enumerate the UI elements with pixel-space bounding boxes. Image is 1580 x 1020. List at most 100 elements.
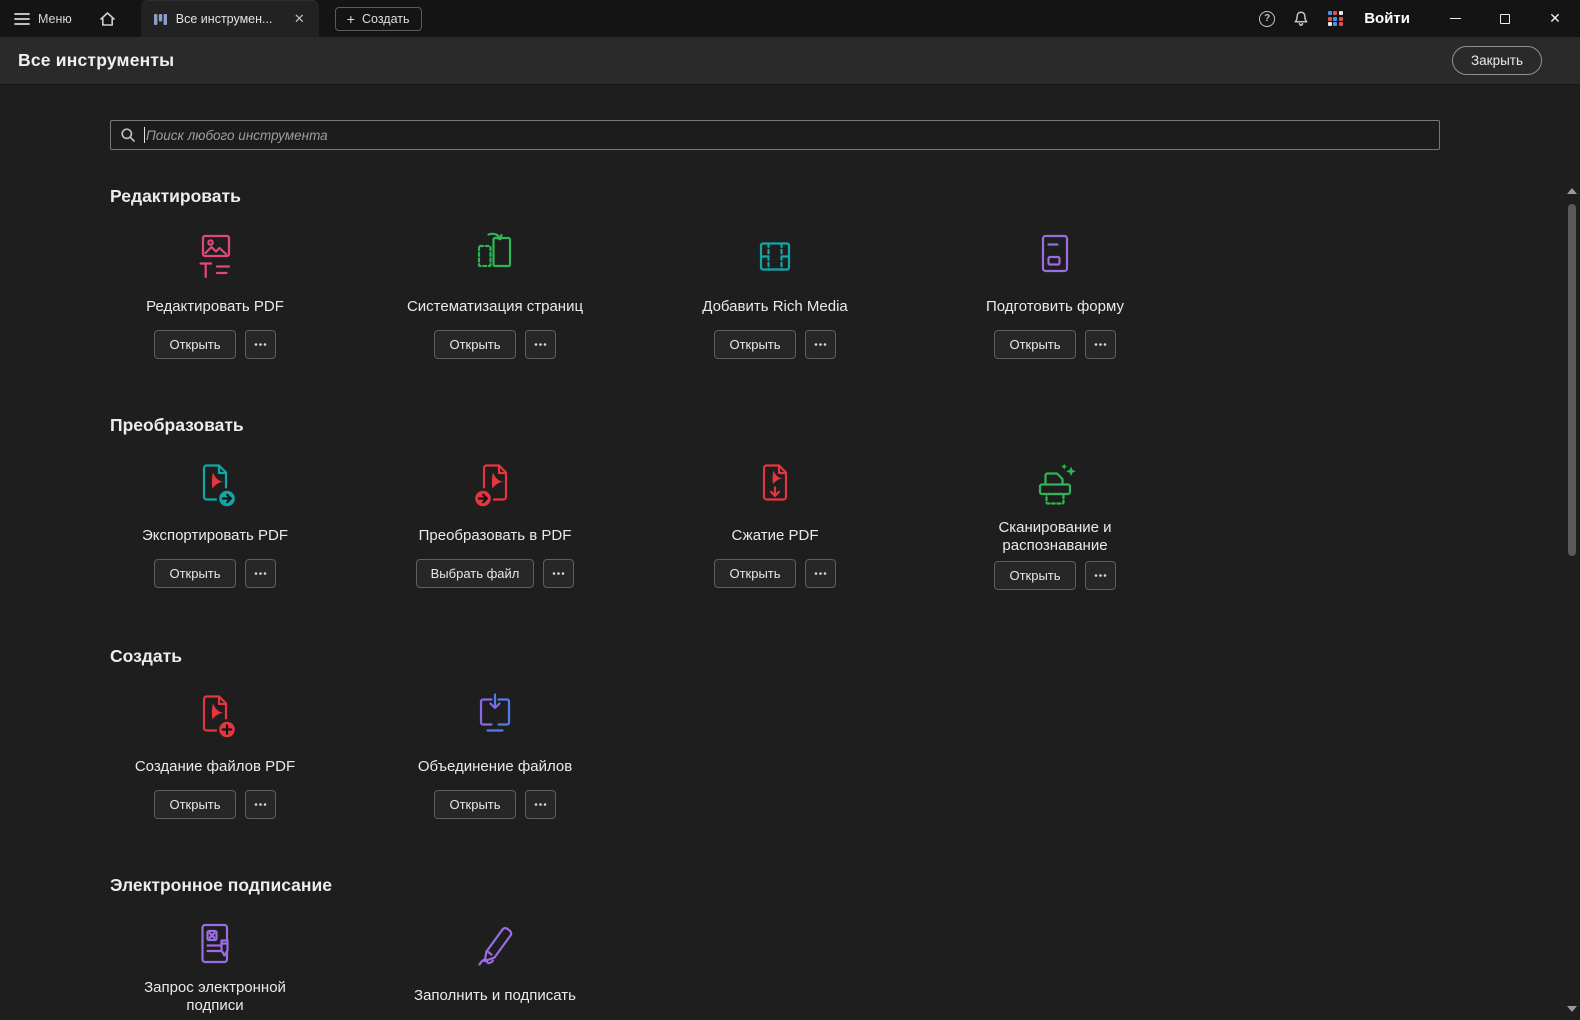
rich-media-icon: [747, 229, 803, 285]
home-icon: [98, 10, 117, 28]
open-tool-button[interactable]: Выбрать файл: [416, 559, 535, 588]
open-tool-button[interactable]: Открыть: [154, 790, 235, 819]
create-button[interactable]: + Создать: [335, 7, 422, 31]
tab-label: Все инструмен...: [176, 12, 273, 26]
more-options-button[interactable]: [245, 330, 276, 359]
ellipsis-icon: [1093, 337, 1108, 352]
tab-all-tools[interactable]: Все инструмен... ✕: [141, 0, 319, 37]
tool-card: Запрос электронной подписи: [75, 918, 355, 1015]
notifications-button[interactable]: [1284, 0, 1318, 37]
organize-pages-icon: [467, 229, 523, 285]
close-icon: ✕: [1549, 10, 1561, 27]
minimize-button[interactable]: [1430, 0, 1480, 37]
edit-pdf-icon: [187, 229, 243, 285]
tool-buttons: Открыть: [434, 790, 555, 819]
more-options-button[interactable]: [543, 559, 574, 588]
ellipsis-icon: [813, 337, 828, 352]
open-tool-button[interactable]: Открыть: [434, 790, 515, 819]
more-options-button[interactable]: [245, 559, 276, 588]
open-tool-button[interactable]: Открыть: [154, 330, 235, 359]
more-options-button[interactable]: [525, 330, 556, 359]
open-tool-button[interactable]: Открыть: [434, 330, 515, 359]
section-title: Редактировать: [110, 186, 1580, 207]
tab-close-icon[interactable]: ✕: [290, 9, 309, 29]
text-caret: [144, 127, 145, 143]
tool-card: Заполнить и подписать: [355, 918, 635, 1015]
menu-button[interactable]: Меню: [0, 0, 86, 37]
scroll-up-icon[interactable]: [1567, 188, 1577, 194]
more-options-button[interactable]: [805, 559, 836, 588]
tool-card: Преобразовать в PDF Выбрать файл: [355, 458, 635, 590]
tool-card: Сжатие PDF Открыть: [635, 458, 915, 590]
menu-label: Меню: [38, 12, 72, 26]
tool-buttons: Открыть: [154, 559, 275, 588]
tool-buttons: Открыть: [714, 559, 835, 588]
vertical-scrollbar: [1565, 184, 1579, 1016]
app-grid-icon: [1328, 11, 1343, 26]
prepare-form-icon: [1027, 229, 1083, 285]
more-options-button[interactable]: [805, 330, 836, 359]
signin-button[interactable]: Войти: [1364, 10, 1410, 27]
tool-card: Редактировать PDFОткрыть: [75, 229, 355, 359]
ellipsis-icon: [1093, 568, 1108, 583]
page-header: Все инструменты Закрыть: [0, 37, 1580, 85]
tool-name: Создание файлов PDF: [135, 750, 295, 784]
ellipsis-icon: [253, 566, 268, 581]
ellipsis-icon: [253, 337, 268, 352]
tool-section: СоздатьСоздание файлов PDFОткрытьОбъедин…: [75, 646, 1580, 819]
tool-name: Добавить Rich Media: [702, 290, 848, 324]
home-button[interactable]: [86, 0, 129, 37]
tool-row: Редактировать PDFОткрытьСистематизация с…: [75, 229, 1580, 359]
ellipsis-icon: [551, 566, 566, 581]
open-tool-button[interactable]: Открыть: [994, 330, 1075, 359]
tool-name: Заполнить и подписать: [414, 979, 576, 1013]
more-options-button[interactable]: [1085, 330, 1116, 359]
search-input[interactable]: [143, 128, 1430, 143]
page-title: Все инструменты: [18, 50, 174, 71]
compress-pdf-icon: [747, 458, 803, 514]
open-tool-button[interactable]: Открыть: [994, 561, 1075, 590]
request-signature-icon: [187, 918, 243, 974]
open-tool-button[interactable]: Открыть: [154, 559, 235, 588]
tool-card: Экспортировать PDFОткрыть: [75, 458, 355, 590]
close-page-button[interactable]: Закрыть: [1452, 46, 1542, 75]
open-tool-button[interactable]: Открыть: [714, 559, 795, 588]
create-pdf-icon: [187, 689, 243, 745]
convert-pdf-icon: [467, 458, 523, 514]
section-title: Преобразовать: [110, 415, 1580, 436]
combine-files-icon: [467, 689, 523, 745]
tool-card: Подготовить формуОткрыть: [915, 229, 1195, 359]
fill-sign-icon: [467, 918, 523, 974]
hamburger-icon: [14, 12, 30, 26]
plus-icon: +: [347, 14, 355, 24]
maximize-button[interactable]: [1480, 0, 1530, 37]
app-switcher-button[interactable]: [1318, 0, 1352, 37]
tool-row: Создание файлов PDFОткрытьОбъединение фа…: [75, 689, 1580, 819]
tool-card: Создание файлов PDF Открыть: [75, 689, 355, 819]
more-options-button[interactable]: [525, 790, 556, 819]
tool-buttons: Открыть: [994, 330, 1115, 359]
titlebar: Меню Все инструмен... ✕ + Создать ?: [0, 0, 1580, 37]
tool-name: Сжатие PDF: [732, 519, 819, 553]
tool-buttons: Открыть: [434, 330, 555, 359]
help-button[interactable]: ?: [1250, 0, 1284, 37]
tool-name: Преобразовать в PDF: [419, 519, 572, 553]
maximize-icon: [1500, 14, 1510, 24]
close-window-button[interactable]: ✕: [1530, 0, 1580, 37]
tool-buttons: Открыть: [154, 790, 275, 819]
tool-sections: Редактировать Редактировать PDFОткрытьСис…: [0, 150, 1580, 1015]
tool-card: Сканирование и распознаваниеОткрыть: [915, 458, 1195, 590]
help-icon: ?: [1259, 11, 1275, 27]
scrollbar-track[interactable]: [1565, 198, 1579, 1002]
section-title: Электронное подписание: [110, 875, 1580, 896]
scrollbar-thumb[interactable]: [1568, 204, 1576, 556]
bell-icon: [1292, 10, 1310, 28]
scroll-down-icon[interactable]: [1567, 1006, 1577, 1012]
more-options-button[interactable]: [245, 790, 276, 819]
tool-buttons: Открыть: [154, 330, 275, 359]
ellipsis-icon: [533, 797, 548, 812]
open-tool-button[interactable]: Открыть: [714, 330, 795, 359]
tool-card: Систематизация страницОткрыть: [355, 229, 635, 359]
all-tools-icon: [153, 12, 168, 27]
more-options-button[interactable]: [1085, 561, 1116, 590]
